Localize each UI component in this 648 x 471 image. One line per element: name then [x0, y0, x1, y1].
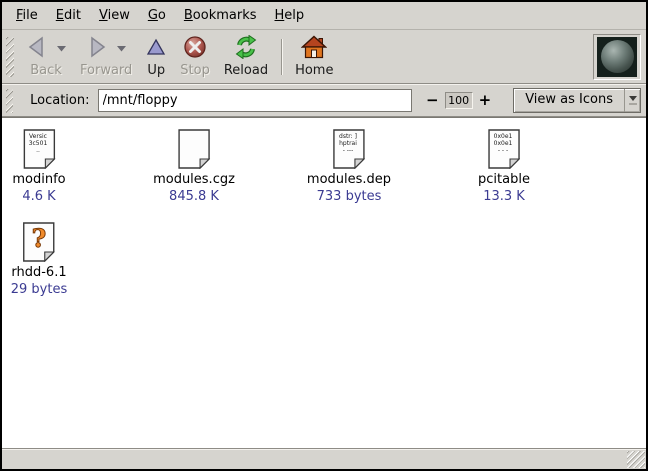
file-size: 845.8 K [169, 189, 219, 204]
file-item-modinfo[interactable]: Versic 3c501 .. modinfo 4.6 K [12, 129, 65, 204]
text-file-icon: dstr: ] hptrai - --- [333, 129, 365, 169]
icon-view: Versic 3c501 .. modinfo 4.6 K modules.cg… [2, 117, 646, 448]
home-icon [301, 35, 327, 63]
back-button[interactable]: Back [22, 34, 70, 80]
forward-label: Forward [80, 63, 132, 78]
throbber-background [597, 37, 637, 77]
file-size: 13.3 K [483, 189, 525, 204]
file-size: 4.6 K [22, 189, 55, 204]
file-name: pcitable [478, 172, 530, 187]
file-item-modules-dep[interactable]: dstr: ] hptrai - --- modules.dep 733 byt… [307, 129, 391, 204]
stop-icon [183, 35, 207, 63]
back-dropdown-chevron-icon[interactable] [57, 46, 66, 52]
throbber-sphere-icon [601, 40, 634, 73]
menu-go[interactable]: Go [139, 4, 175, 27]
text-file-icon: Versic 3c501 .. [23, 129, 55, 169]
file-item-pcitable[interactable]: 0x0e1 0x0e1 - - - pcitable 13.3 K [478, 129, 530, 204]
status-bar [2, 448, 646, 469]
up-icon [146, 37, 166, 61]
toolbar: Back Forward Up [2, 30, 646, 84]
up-button[interactable]: Up [142, 34, 170, 80]
up-label: Up [147, 63, 165, 78]
question-mark-icon: ? [23, 224, 55, 253]
menubar: File Edit View Go Bookmarks Help [2, 2, 646, 30]
dropdown-arrow-icon [624, 89, 640, 112]
view-mode-label: View as Icons [514, 89, 624, 112]
home-button[interactable]: Home [291, 34, 337, 80]
reload-icon [233, 35, 259, 63]
forward-icon [86, 36, 108, 62]
zoom-control: − 100 + [422, 92, 495, 109]
menu-view[interactable]: View [90, 4, 139, 27]
unknown-file-icon: ? [23, 222, 55, 262]
toolbar-grip[interactable] [6, 37, 14, 77]
view-mode-selector[interactable]: View as Icons [513, 88, 641, 113]
reload-button[interactable]: Reload [220, 34, 272, 80]
file-name: modules.dep [307, 172, 391, 187]
reload-label: Reload [224, 63, 268, 78]
file-name: rhdd-6.1 [11, 265, 66, 280]
resize-grip[interactable] [627, 451, 645, 468]
back-icon [26, 36, 48, 62]
location-bar-grip[interactable] [6, 89, 13, 113]
location-label: Location: [30, 93, 89, 108]
file-item-rhdd[interactable]: ? rhdd-6.1 29 bytes [11, 222, 68, 297]
location-input[interactable] [98, 89, 413, 112]
back-label: Back [30, 63, 62, 78]
menu-help[interactable]: Help [266, 4, 314, 27]
file-item-modules-cgz[interactable]: modules.cgz 845.8 K [153, 129, 235, 204]
throbber [593, 34, 641, 80]
zoom-in-button[interactable]: + [475, 93, 496, 108]
menu-bookmarks[interactable]: Bookmarks [175, 4, 266, 27]
file-size: 29 bytes [11, 282, 68, 297]
location-bar: Location: − 100 + View as Icons [2, 84, 646, 117]
file-size: 733 bytes [317, 189, 382, 204]
stop-label: Stop [180, 63, 210, 78]
file-icon [178, 129, 210, 169]
file-name: modules.cgz [153, 172, 235, 187]
menu-edit[interactable]: Edit [47, 4, 90, 27]
forward-button[interactable]: Forward [76, 34, 136, 80]
text-file-icon: 0x0e1 0x0e1 - - - [488, 129, 520, 169]
file-name: modinfo [12, 172, 65, 187]
forward-dropdown-chevron-icon[interactable] [117, 46, 126, 52]
stop-button[interactable]: Stop [176, 34, 214, 80]
zoom-level-indicator[interactable]: 100 [445, 92, 473, 109]
zoom-out-button[interactable]: − [422, 93, 443, 108]
menu-file[interactable]: File [7, 4, 47, 27]
home-label: Home [295, 63, 333, 78]
toolbar-separator [281, 39, 282, 75]
file-manager-window: File Edit View Go Bookmarks Help Back [0, 0, 648, 471]
